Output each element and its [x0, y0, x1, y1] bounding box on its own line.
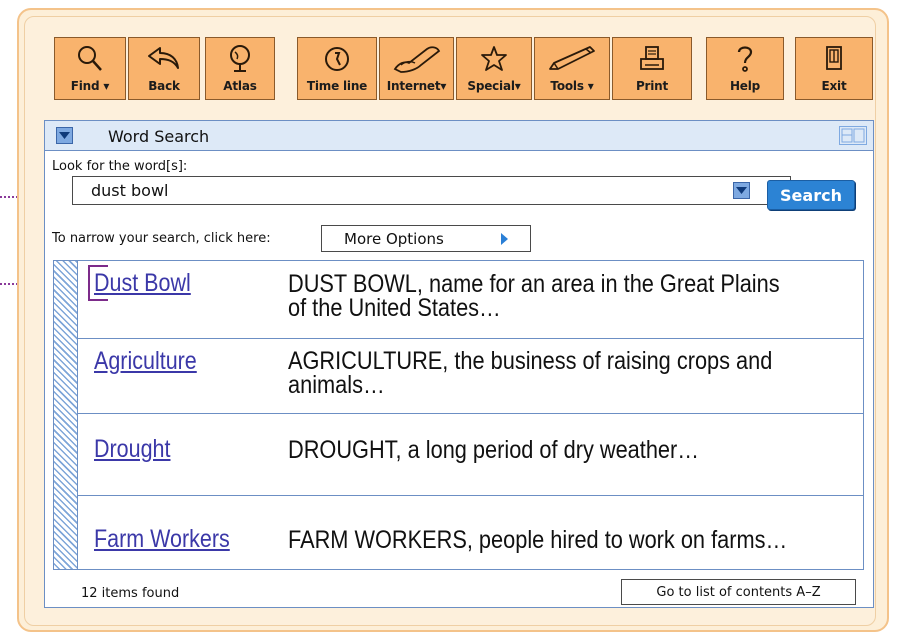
search-label: Look for the word[s]: [52, 159, 188, 174]
chevron-down-icon: ▾ [514, 79, 521, 93]
layout-toggle-icon[interactable] [839, 126, 867, 145]
search-input-value: dust bowl [91, 181, 169, 200]
result-row[interactable]: Agriculture AGRICULTURE, the business of… [78, 339, 863, 414]
timeline-label: Time line [306, 79, 368, 93]
result-description: DROUGHT, a long period of dry weather… [288, 436, 836, 464]
more-options-label: More Options [344, 230, 444, 248]
timeline-button[interactable]: Time line [297, 37, 377, 100]
search-input[interactable]: dust bowl [72, 176, 791, 205]
panel-title: Word Search [108, 127, 210, 146]
tools-label: Tools [550, 79, 584, 93]
help-label: Help [729, 79, 761, 93]
chevron-down-icon: ▾ [587, 79, 594, 93]
search-history-dropdown[interactable] [733, 182, 750, 199]
print-icon [640, 45, 664, 70]
print-label: Print [635, 79, 669, 93]
atlas-icon [230, 44, 250, 72]
internet-icon [393, 45, 440, 73]
atlas-label: Atlas [223, 79, 257, 93]
tools-icon [549, 45, 595, 70]
back-label: Back [148, 79, 180, 93]
result-row[interactable]: Drought DROUGHT, a long period of dry we… [78, 414, 863, 496]
special-label: Special [467, 79, 515, 93]
narrow-search-label: To narrow your search, click here: [52, 231, 271, 246]
tools-button[interactable]: Tools ▾ [534, 37, 610, 100]
result-description-line: FARM WORKERS, people hired to work on fa… [288, 526, 788, 554]
result-description-line: AGRICULTURE, the business of raising cro… [288, 347, 773, 375]
results-list: Dust Bowl DUST BOWL, name for an area in… [53, 260, 864, 570]
result-description: AGRICULTURE, the business of raising cro… [288, 347, 836, 399]
help-button[interactable]: Help [706, 37, 784, 100]
result-row[interactable]: Dust Bowl DUST BOWL, name for an area in… [78, 261, 863, 339]
more-options-button[interactable]: More Options [321, 225, 531, 252]
panel-menu-button[interactable] [56, 127, 73, 144]
result-row[interactable]: Farm Workers FARM WORKERS, people hired … [78, 496, 863, 569]
internet-label: Internet [386, 79, 441, 93]
exit-icon [826, 45, 842, 70]
result-description-line: animals… [288, 371, 385, 399]
back-button[interactable]: Back [128, 37, 200, 100]
result-description-line: DROUGHT, a long period of dry weather… [288, 436, 700, 464]
chevron-down-icon: ▾ [103, 79, 110, 93]
result-link[interactable]: Farm Workers [94, 525, 230, 554]
find-label: Find [70, 79, 100, 93]
exit-button[interactable]: Exit [795, 37, 873, 100]
result-description-line: of the United States… [288, 294, 501, 322]
triangle-down-icon [736, 187, 747, 194]
timeline-icon [325, 46, 349, 71]
chevron-down-icon: ▾ [440, 79, 447, 93]
result-link[interactable]: Dust Bowl [94, 269, 191, 298]
exit-label: Exit [821, 79, 847, 93]
panel-titlebar: Word Search [45, 121, 873, 151]
atlas-button[interactable]: Atlas [205, 37, 275, 100]
search-button[interactable]: Search [767, 180, 855, 210]
word-search-panel: Word Search Look for the word[s]: dust b… [44, 120, 874, 608]
special-icon [481, 45, 507, 71]
result-description: FARM WORKERS, people hired to work on fa… [288, 526, 836, 554]
triangle-right-icon [501, 233, 508, 245]
print-button[interactable]: Print [612, 37, 692, 100]
result-description-line: DUST BOWL, name for an area in the Great… [288, 270, 780, 298]
find-button[interactable]: Find ▾ [54, 37, 126, 100]
results-gutter [54, 261, 78, 569]
result-description: DUST BOWL, name for an area in the Great… [288, 270, 836, 322]
special-button[interactable]: Special▾ [456, 37, 532, 100]
back-icon [148, 46, 179, 69]
help-icon [737, 45, 753, 72]
contents-a-z-button[interactable]: Go to list of contents A–Z [621, 579, 856, 605]
find-icon [78, 45, 102, 71]
result-link[interactable]: Agriculture [94, 347, 197, 376]
internet-button[interactable]: Internet▾ [379, 37, 454, 100]
triangle-down-icon [59, 132, 70, 139]
result-link[interactable]: Drought [94, 435, 170, 464]
results-count: 12 items found [81, 586, 180, 601]
